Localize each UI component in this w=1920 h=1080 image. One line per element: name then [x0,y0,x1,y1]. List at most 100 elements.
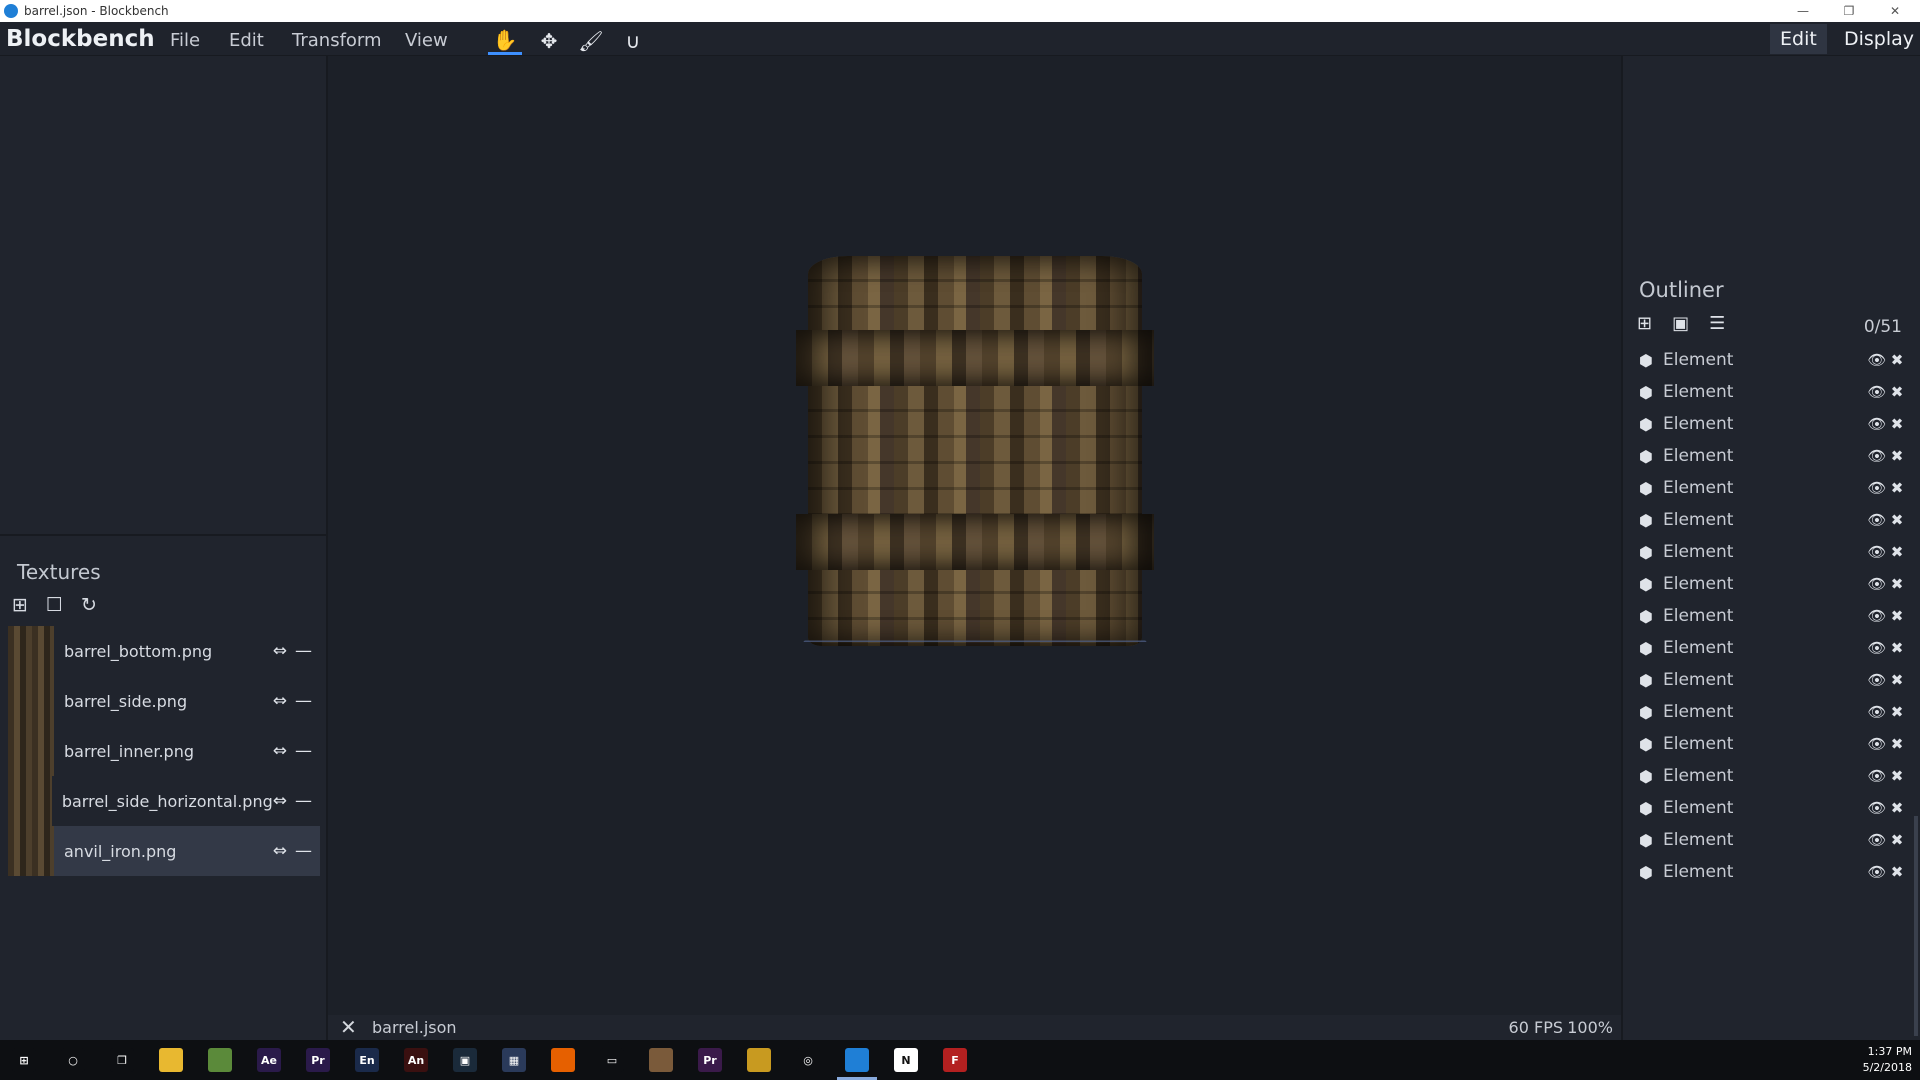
delete-icon[interactable]: ✖ [1887,511,1907,529]
premiere-icon[interactable]: Pr [306,1048,330,1072]
texture-item[interactable]: barrel_inner.png ⇔ — [8,726,320,776]
task-view-icon[interactable]: ❐ [110,1048,134,1072]
encore-icon[interactable]: En [355,1048,379,1072]
delete-icon[interactable]: ✖ [1887,351,1907,369]
delete-icon[interactable]: ✖ [1887,607,1907,625]
link-icon[interactable]: ⇔ [273,841,287,861]
link-icon[interactable]: ⇔ [273,741,287,761]
eye-icon[interactable]: 👁 [1867,799,1887,817]
remove-icon[interactable]: — [295,691,312,711]
menu-edit[interactable]: Edit [229,30,264,51]
animate-icon[interactable]: An [404,1048,428,1072]
outliner-element-row[interactable]: ⬢ Element 👁 ✖ [1637,408,1907,440]
after-effects-icon[interactable]: Ae [257,1048,281,1072]
delete-icon[interactable]: ✖ [1887,447,1907,465]
remove-icon[interactable]: — [295,641,312,661]
hand-icon[interactable]: ✋ [488,27,522,55]
outliner-element-row[interactable]: ⬢ Element 👁 ✖ [1637,824,1907,856]
outliner-element-row[interactable]: ⬢ Element 👁 ✖ [1637,440,1907,472]
eye-icon[interactable]: 👁 [1867,735,1887,753]
eye-icon[interactable]: 👁 [1867,415,1887,433]
eye-icon[interactable]: 👁 [1867,511,1887,529]
delete-icon[interactable]: ✖ [1887,767,1907,785]
search-icon[interactable]: ○ [61,1048,85,1072]
close-button[interactable]: ✕ [1872,0,1918,22]
outliner-element-row[interactable]: ⬢ Element 👁 ✖ [1637,760,1907,792]
menu-file[interactable]: File [170,30,200,51]
texture-item[interactable]: barrel_bottom.png ⇔ — [8,626,320,676]
maximize-button[interactable]: ❐ [1826,0,1872,22]
eye-icon[interactable]: 👁 [1867,383,1887,401]
brush-icon[interactable]: 🖌 [574,27,608,55]
gimp-icon[interactable] [649,1048,673,1072]
delete-icon[interactable]: ✖ [1887,703,1907,721]
3d-viewport[interactable] [328,56,1621,1015]
outliner-scrollbar[interactable] [1914,816,1918,1036]
blank-texture-icon[interactable]: ☐ [46,594,63,616]
texture-item[interactable]: barrel_side_horizontal.png ⇔ — [8,776,320,826]
delete-icon[interactable]: ✖ [1887,639,1907,657]
taskbar-clock[interactable]: 1:37 PM 5/2/2018 [1863,1044,1912,1076]
delete-icon[interactable]: ✖ [1887,543,1907,561]
remove-icon[interactable]: — [295,741,312,761]
menu-view[interactable]: View [405,30,448,51]
eye-icon[interactable]: 👁 [1867,543,1887,561]
barrel-model[interactable] [795,256,1155,650]
minimize-button[interactable]: — [1780,0,1826,22]
outliner-element-row[interactable]: ⬢ Element 👁 ✖ [1637,632,1907,664]
eye-icon[interactable]: 👁 [1867,767,1887,785]
delete-icon[interactable]: ✖ [1887,415,1907,433]
remove-icon[interactable]: — [295,841,312,861]
firefox-icon[interactable] [551,1048,575,1072]
outliner-element-row[interactable]: ⬢ Element 👁 ✖ [1637,376,1907,408]
eye-icon[interactable]: 👁 [1867,607,1887,625]
file-explorer-icon[interactable] [159,1048,183,1072]
eye-icon[interactable]: 👁 [1867,479,1887,497]
eye-icon[interactable]: 👁 [1867,575,1887,593]
filezilla-icon[interactable]: F [943,1048,967,1072]
outliner-element-row[interactable]: ⬢ Element 👁 ✖ [1637,696,1907,728]
delete-icon[interactable]: ✖ [1887,479,1907,497]
magnet-icon[interactable]: ∪ [616,27,650,55]
texture-item[interactable]: barrel_side.png ⇔ — [8,676,320,726]
menu-transform[interactable]: Transform [292,30,382,51]
paint-icon[interactable] [747,1048,771,1072]
notion-icon[interactable]: N [894,1048,918,1072]
eye-icon[interactable]: 👁 [1867,447,1887,465]
close-tab-icon[interactable]: ✕ [340,1015,357,1039]
eye-icon[interactable]: 👁 [1867,351,1887,369]
collapse-icon[interactable]: ☰ [1709,313,1725,334]
import-texture-icon[interactable]: ⊞ [12,594,28,616]
delete-icon[interactable]: ✖ [1887,831,1907,849]
outliner-element-row[interactable]: ⬢ Element 👁 ✖ [1637,568,1907,600]
premiere-pro-icon[interactable]: Pr [698,1048,722,1072]
delete-icon[interactable]: ✖ [1887,863,1907,881]
outliner-element-row[interactable]: ⬢ Element 👁 ✖ [1637,536,1907,568]
minecraft-icon[interactable] [208,1048,232,1072]
delete-icon[interactable]: ✖ [1887,575,1907,593]
eye-icon[interactable]: 👁 [1867,639,1887,657]
add-group-icon[interactable]: ▣ [1672,313,1689,334]
outliner-element-row[interactable]: ⬢ Element 👁 ✖ [1637,472,1907,504]
link-icon[interactable]: ⇔ [273,641,287,661]
outliner-element-row[interactable]: ⬢ Element 👁 ✖ [1637,664,1907,696]
eye-icon[interactable]: 👁 [1867,831,1887,849]
start-icon[interactable]: ⊞ [12,1048,36,1072]
obs-icon[interactable]: ◎ [796,1048,820,1072]
remote-icon[interactable]: ▭ [600,1048,624,1072]
delete-icon[interactable]: ✖ [1887,735,1907,753]
outliner-element-row[interactable]: ⬢ Element 👁 ✖ [1637,600,1907,632]
eye-icon[interactable]: 👁 [1867,863,1887,881]
outliner-element-row[interactable]: ⬢ Element 👁 ✖ [1637,792,1907,824]
mode-edit-button[interactable]: Edit [1770,24,1827,54]
media-encoder-icon[interactable]: ▣ [453,1048,477,1072]
texture-item-selected[interactable]: anvil_iron.png ⇔ — [8,826,320,876]
outliner-element-row[interactable]: ⬢ Element 👁 ✖ [1637,344,1907,376]
move-icon[interactable]: ✥ [532,27,566,55]
outliner-element-row[interactable]: ⬢ Element 👁 ✖ [1637,856,1907,888]
delete-icon[interactable]: ✖ [1887,671,1907,689]
remove-icon[interactable]: — [295,791,312,811]
blockbench-task-icon[interactable] [845,1048,869,1072]
outliner-element-row[interactable]: ⬢ Element 👁 ✖ [1637,728,1907,760]
eye-icon[interactable]: 👁 [1867,703,1887,721]
